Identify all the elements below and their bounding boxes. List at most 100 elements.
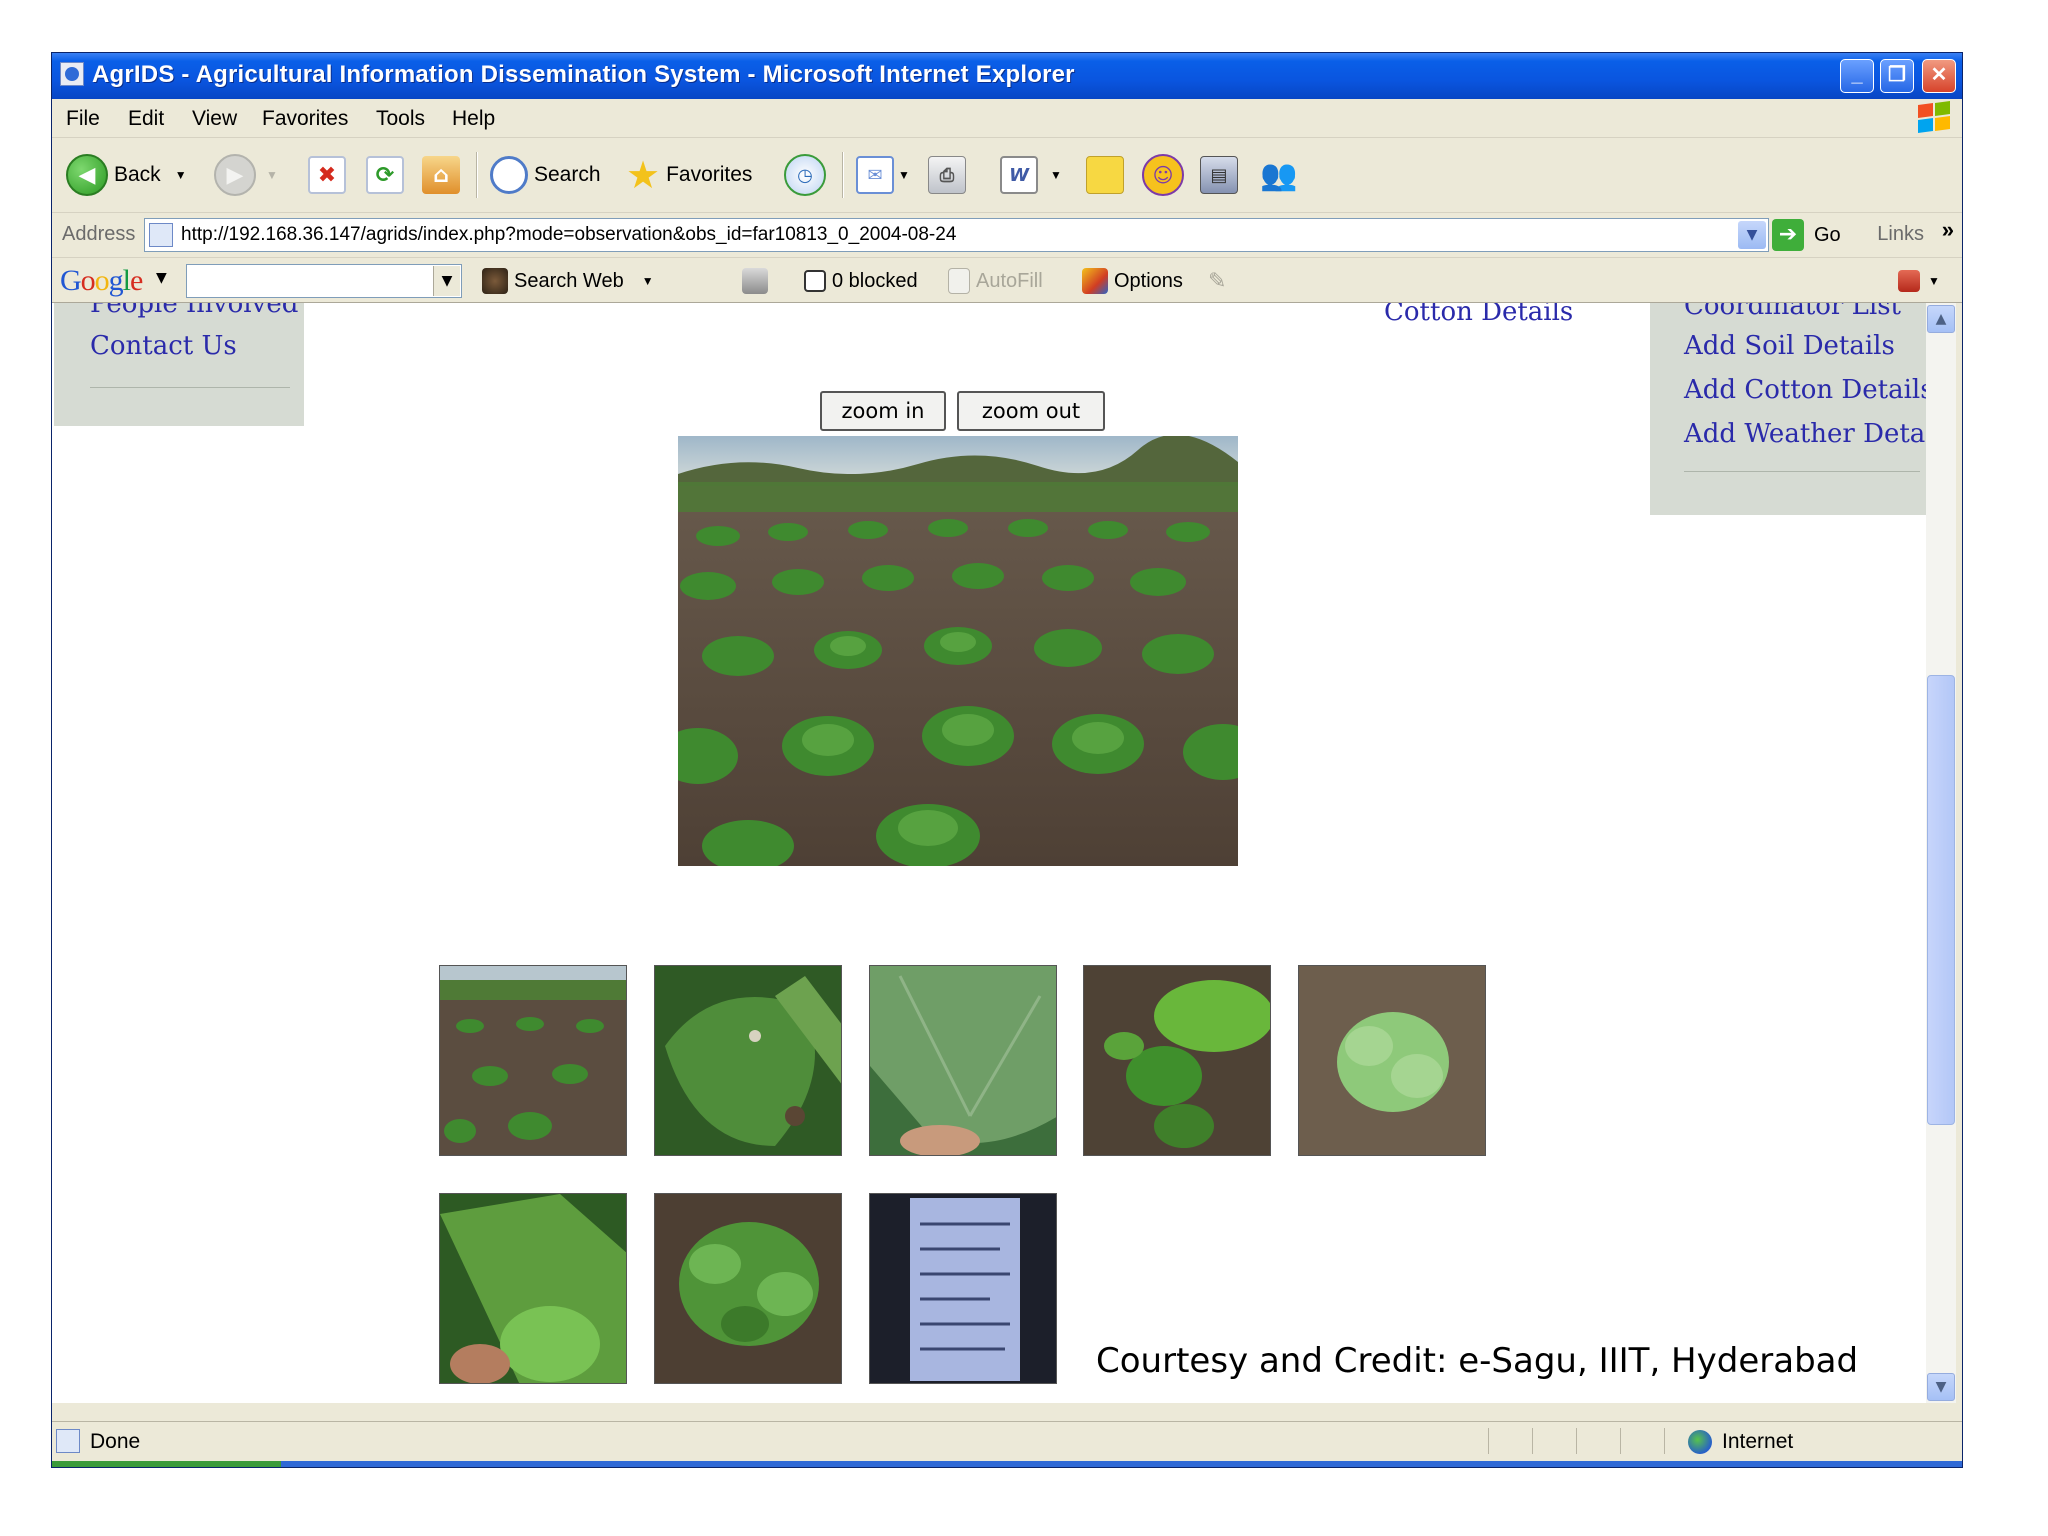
edit-button[interactable]: W ▼ <box>1000 152 1062 198</box>
research-button[interactable]: ▤ <box>1200 152 1238 198</box>
refresh-button[interactable]: ⟳ <box>366 152 404 198</box>
scroll-down-icon[interactable]: ▼ <box>1927 1373 1955 1401</box>
leaf-image <box>655 966 841 1155</box>
home-button[interactable]: ⌂ <box>422 152 460 198</box>
translate-button[interactable]: ▼ <box>1898 265 1940 297</box>
nav-add-soil-details-link[interactable]: Add Soil Details <box>1684 331 1895 361</box>
browser-window: AgrIDS - Agricultural Information Dissem… <box>51 52 1963 1468</box>
search-button[interactable]: Search <box>490 152 601 198</box>
translate-icon <box>1898 270 1920 292</box>
status-divider <box>1620 1428 1621 1454</box>
google-menu-caret-icon[interactable]: ▼ <box>156 270 167 286</box>
cotton-details-link[interactable]: Cotton Details <box>1384 303 1573 327</box>
scroll-up-icon[interactable]: ▲ <box>1927 305 1955 333</box>
menu-favorites[interactable]: Favorites <box>262 107 348 131</box>
zoom-out-button[interactable]: zoom out <box>957 391 1105 431</box>
people-icon: 👥 <box>1260 157 1298 193</box>
menu-help[interactable]: Help <box>452 107 495 131</box>
close-button[interactable]: ✕ <box>1922 59 1956 93</box>
contacts-button[interactable]: 👥 <box>1258 152 1300 198</box>
nav-contact-us-link[interactable]: Contact Us <box>90 331 237 361</box>
go-label: Go <box>1814 223 1841 246</box>
google-search-input[interactable]: ▼ <box>186 264 462 298</box>
links-chevron-icon[interactable]: » <box>1942 217 1954 243</box>
favorites-label: Favorites <box>666 163 753 186</box>
thumbnail-photo[interactable] <box>869 1193 1057 1384</box>
highlight-button[interactable]: ✎ <box>1208 265 1226 297</box>
nav-people-involved-link[interactable]: People Involved <box>90 303 298 319</box>
title-bar[interactable]: AgrIDS - Agricultural Information Dissem… <box>52 53 1962 99</box>
taskbar-edge <box>52 1461 1962 1467</box>
thumbnail-photo[interactable] <box>654 965 842 1156</box>
thumbnail-photo[interactable] <box>1298 965 1486 1156</box>
nav-add-cotton-details-link[interactable]: Add Cotton Details <box>1684 375 1926 405</box>
menu-view[interactable]: View <box>192 107 237 131</box>
google-search-dropdown-icon[interactable]: ▼ <box>433 266 460 296</box>
observation-card-image <box>870 1194 1056 1383</box>
autofill-label: AutoFill <box>976 269 1043 292</box>
print-button[interactable]: ⎙ <box>928 152 966 198</box>
status-divider <box>1576 1428 1577 1454</box>
nav-add-weather-details-link[interactable]: Add Weather Details <box>1684 419 1926 449</box>
menu-tools[interactable]: Tools <box>376 107 425 131</box>
edit-dropdown-icon[interactable]: ▼ <box>1050 168 1062 182</box>
zoom-in-button[interactable]: zoom in <box>820 391 946 431</box>
stop-icon: ✖ <box>308 156 346 194</box>
menu-file[interactable]: File <box>66 107 100 131</box>
google-logo-letter: e <box>130 264 143 297</box>
forward-button[interactable]: ▶ ▼ <box>214 152 278 198</box>
nav-divider <box>90 387 290 388</box>
thumbnail-photo[interactable] <box>439 1193 627 1384</box>
toolbar-separator <box>842 152 844 198</box>
favorites-star-icon: ★ <box>626 153 661 197</box>
address-input[interactable]: http://192.168.36.147/agrids/index.php?m… <box>144 218 1769 252</box>
search-web-button[interactable]: Search Web ▼ <box>482 265 654 297</box>
favorites-button[interactable]: ★ Favorites <box>626 152 752 198</box>
go-button[interactable]: ➔ Go <box>1772 219 1841 251</box>
stop-button[interactable]: ✖ <box>308 152 346 198</box>
pencil-icon: ✎ <box>1208 268 1227 293</box>
translate-dropdown-icon[interactable]: ▼ <box>1928 274 1940 288</box>
discuss-button[interactable] <box>1086 152 1124 198</box>
back-dropdown-icon[interactable]: ▼ <box>175 168 187 182</box>
minimize-button[interactable]: _ <box>1840 59 1874 93</box>
history-button[interactable]: ◷ <box>784 152 826 198</box>
thumbnail-photo[interactable] <box>869 965 1057 1156</box>
pale-cotton-plant-image <box>1299 966 1485 1155</box>
google-logo[interactable]: Google <box>60 264 143 298</box>
forward-dropdown-icon: ▼ <box>266 168 278 182</box>
mail-dropdown-icon[interactable]: ▼ <box>898 168 910 182</box>
mail-button[interactable]: ✉ ▼ <box>856 152 910 198</box>
vertical-scrollbar[interactable]: ▲ ▼ <box>1926 303 1956 1403</box>
pagerank-button[interactable] <box>742 265 774 297</box>
search-web-dropdown-icon[interactable]: ▼ <box>642 274 654 288</box>
messenger-button[interactable]: ☺ <box>1142 152 1184 198</box>
thumbnail-photo[interactable] <box>654 1193 842 1384</box>
messenger-icon: ☺ <box>1142 154 1184 196</box>
main-observation-photo[interactable] <box>678 436 1238 866</box>
address-url[interactable]: http://192.168.36.147/agrids/index.php?m… <box>181 224 956 246</box>
leaf-in-hand-image <box>440 1194 626 1383</box>
thumbnail-photo[interactable] <box>439 965 627 1156</box>
options-button[interactable]: Options <box>1082 265 1183 297</box>
scrollbar-thumb[interactable] <box>1927 675 1955 1125</box>
cotton-field-image <box>678 436 1238 866</box>
nav-coordinator-list-link[interactable]: Coordinator List <box>1684 303 1901 321</box>
autofill-button[interactable]: AutoFill <box>948 265 1043 297</box>
links-button[interactable]: Links <box>1877 223 1924 246</box>
thumbnail-photo[interactable] <box>1083 965 1271 1156</box>
maximize-button[interactable]: ❐ <box>1880 59 1914 93</box>
ie-page-icon <box>149 223 173 247</box>
options-label: Options <box>1114 269 1183 292</box>
popup-blocked-icon <box>804 270 826 292</box>
status-text: Done <box>90 1430 141 1453</box>
menu-edit[interactable]: Edit <box>128 107 164 131</box>
popup-blocker-button[interactable]: 0 blocked <box>804 265 918 297</box>
address-dropdown-icon[interactable]: ▼ <box>1738 221 1766 249</box>
pagerank-icon <box>742 268 768 294</box>
search-magnifier-icon <box>490 156 528 194</box>
nav-divider <box>1684 471 1920 472</box>
forward-arrow-icon: ▶ <box>214 154 256 196</box>
menu-bar: File Edit View Favorites Tools Help <box>52 99 1962 138</box>
back-button[interactable]: ◀ Back ▼ <box>66 152 187 198</box>
